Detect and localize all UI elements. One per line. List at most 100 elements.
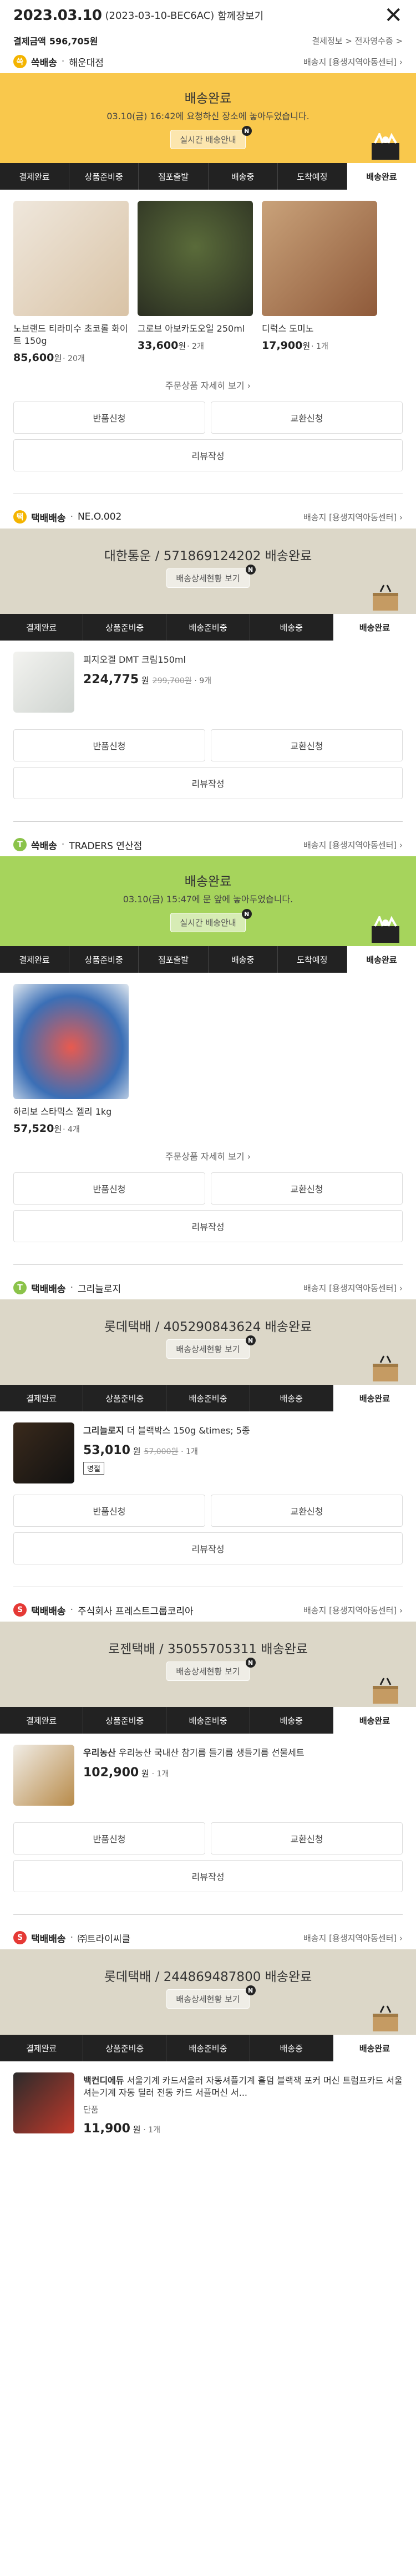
delivery-type: 택배배송: [31, 1933, 66, 1945]
ssg-badge-icon: 쓱: [13, 55, 27, 68]
product-image: [13, 1745, 74, 1806]
traders-badge-icon: T: [13, 1281, 27, 1294]
top-header: 2023.03.10 (2023-03-10-BEC6AC) 함께장보기 ✕: [0, 0, 416, 31]
original-price: 299,700원: [152, 677, 192, 685]
holiday-tag: 명절: [83, 1462, 104, 1475]
product-item[interactable]: 피지오겔 DMT 크림150ml 224,775 원 299,700원 · 9개: [0, 641, 416, 713]
brand-name: 그리늘로지: [83, 1425, 124, 1436]
product-card[interactable]: 그로브 아보카도오일 250ml 33,600원 · 2개: [138, 201, 253, 364]
exchange-button[interactable]: 교환신청: [211, 402, 403, 434]
delivery-address-link[interactable]: 배송지 [용생지역아동센터] ›: [303, 839, 403, 851]
product-card[interactable]: 디럭스 도미노 17,900원 · 1개: [262, 201, 377, 364]
action-buttons: 반품신청 교환신청: [0, 729, 416, 761]
product-card[interactable]: 하리보 스타믹스 젤리 1kg 57,520원 · 4개: [13, 984, 129, 1135]
product-image: [13, 652, 74, 713]
box-icon: [373, 1678, 398, 1704]
order-detail-page: 2023.03.10 (2023-03-10-BEC6AC) 함께장보기 ✕ 결…: [0, 0, 416, 2136]
action-buttons: 반품신청 교환신청: [0, 1172, 416, 1205]
return-button[interactable]: 반품신청: [13, 1495, 205, 1527]
review-button[interactable]: 리뷰작성: [13, 439, 403, 471]
return-button[interactable]: 반품신청: [13, 1822, 205, 1854]
delivery-detail-button[interactable]: 배송상세현황 보기 N: [166, 565, 256, 588]
product-card[interactable]: 노브랜드 티라미수 초코롤 화이트 150g 85,600원 · 20개: [13, 201, 129, 364]
step-shipping: 배송중: [250, 1707, 333, 1734]
delivery-status-banner: 대한통운 / 571869124202 배송완료 배송상세현황 보기 N: [0, 529, 416, 614]
delivery-address-link[interactable]: 배송지 [용생지역아동센터] ›: [303, 56, 403, 68]
delivery-type: 택배배송: [31, 1283, 66, 1295]
review-button[interactable]: 리뷰작성: [13, 1532, 403, 1564]
step-preparing: 상품준비중: [83, 2035, 167, 2061]
exchange-button[interactable]: 교환신청: [211, 1172, 403, 1205]
action-buttons: 반품신청 교환신청: [0, 1495, 416, 1527]
realtime-delivery-button[interactable]: 실시간 배송안내 N: [170, 909, 252, 932]
review-button[interactable]: 리뷰작성: [13, 1860, 403, 1892]
price-unit: 원: [133, 2125, 141, 2135]
step-shipping: 배송중: [209, 163, 278, 190]
product-image: [262, 201, 377, 316]
banner-subtitle: 03.10(금) 15:47에 문 앞에 놓아두었습니다.: [123, 894, 293, 905]
review-button[interactable]: 리뷰작성: [13, 767, 403, 799]
brand-name: 우리농산: [83, 1747, 116, 1758]
product-item[interactable]: 우리농산 우리농산 국내산 참기름 들기름 생들기름 선물세트 102,900 …: [0, 1734, 416, 1806]
shipment-section-1: 쓱 쓱배송 · 해운대점 배송지 [용생지역아동센터] › 배송완료 03.10…: [0, 50, 416, 494]
banner-title: 로젠택배 / 35055705311 배송완료: [108, 1642, 308, 1657]
parcel-badge-icon: 택: [13, 510, 27, 524]
product-qty: · 1개: [143, 2126, 160, 2135]
delivery-address-link[interactable]: 배송지 [용생지역아동센터] ›: [303, 1932, 403, 1944]
delivery-status-banner: 롯데택배 / 244869487800 배송완료 배송상세현황 보기 N: [0, 1949, 416, 2035]
product-item[interactable]: 그리늘로지 더 블랙박스 150g &times; 5종 53,010 원 57,…: [0, 1411, 416, 1483]
product-item[interactable]: 백컨디에듀 서울기계 카드서울러 자동셔플기계 홀덤 블랙잭 포커 머신 트럼프…: [0, 2061, 416, 2136]
button-label: 배송상세현황 보기: [176, 1994, 240, 2004]
banner-title: 배송완료: [184, 92, 232, 106]
product-name: 백컨디에듀 서울기계 카드서울러 자동셔플기계 홀덤 블랙잭 포커 머신 트럼프…: [83, 2075, 403, 2099]
button-label: 실시간 배송안내: [180, 135, 236, 145]
step-delivered: 배송완료: [333, 1707, 416, 1734]
delivery-detail-button[interactable]: 배송상세현황 보기 N: [166, 1985, 256, 2009]
return-button[interactable]: 반품신청: [13, 729, 205, 761]
step-paid: 결제완료: [0, 614, 84, 641]
step-shipping: 배송중: [250, 2035, 333, 2061]
delivery-address-link[interactable]: 배송지 [용생지역아동센터] ›: [303, 511, 403, 523]
exchange-button[interactable]: 교환신청: [211, 1822, 403, 1854]
payment-amount: 596,705원: [49, 36, 98, 47]
delivery-detail-button[interactable]: 배송상세현황 보기 N: [166, 1335, 256, 1359]
delivery-address-link[interactable]: 배송지 [용생지역아동센터] ›: [303, 1282, 403, 1294]
step-ready: 배송준비중: [166, 1385, 250, 1411]
review-button[interactable]: 리뷰작성: [13, 1210, 403, 1242]
return-button[interactable]: 반품신청: [13, 402, 205, 434]
view-more-link[interactable]: 주문상품 자세히 보기 ›: [0, 364, 416, 402]
button-label: 배송상세현황 보기: [176, 573, 240, 583]
section-header: T 쓱배송 · TRADERS 연산점 배송지 [용생지역아동센터] ›: [0, 833, 416, 856]
seller-badge-icon: S: [13, 1603, 27, 1617]
return-button[interactable]: 반품신청: [13, 1172, 205, 1205]
delivery-address-link[interactable]: 배송지 [용생지역아동센터] ›: [303, 1604, 403, 1616]
banner-subtitle: 03.10(금) 16:42에 요청하신 장소에 놓아두었습니다.: [106, 111, 310, 121]
step-paid: 결제완료: [0, 1385, 84, 1411]
button-label: 배송상세현황 보기: [176, 1666, 240, 1676]
seller-name: ㈜트라이씨클: [77, 1933, 131, 1945]
realtime-delivery-button[interactable]: 실시간 배송안내 N: [170, 126, 252, 149]
close-icon[interactable]: ✕: [384, 4, 403, 27]
receipt-links[interactable]: 결제정보 > 전자영수증 >: [312, 35, 403, 47]
brand-name: 백컨디에듀: [83, 2075, 124, 2086]
box-icon: [373, 1355, 398, 1381]
banner-title: 대한통운 / 571869124202 배송완료: [104, 549, 312, 563]
step-preparing: 상품준비중: [83, 614, 167, 641]
step-preparing: 상품준비중: [69, 163, 139, 190]
price-unit: 원: [141, 1769, 149, 1779]
product-image: [13, 1422, 74, 1483]
exchange-button[interactable]: 교환신청: [211, 729, 403, 761]
exchange-button[interactable]: 교환신청: [211, 1495, 403, 1527]
step-delivered: 배송완료: [347, 163, 416, 190]
view-more-link[interactable]: 주문상품 자세히 보기 ›: [0, 1135, 416, 1172]
price-unit: 원: [141, 675, 149, 685]
product-price: 85,600: [13, 352, 54, 364]
product-qty: · 4개: [63, 1125, 80, 1134]
step-delivered: 배송완료: [347, 946, 416, 973]
product-image: [13, 2072, 74, 2133]
product-qty: · 1개: [151, 1770, 169, 1779]
traders-badge-icon: T: [13, 838, 27, 851]
delivery-steps: 결제완료 상품준비중 점포출발 배송중 도착예정 배송완료: [0, 946, 416, 973]
section-header: 택 택배배송 · NE.O.002 배송지 [용생지역아동센터] ›: [0, 505, 416, 529]
delivery-detail-button[interactable]: 배송상세현황 보기 N: [166, 1658, 256, 1681]
